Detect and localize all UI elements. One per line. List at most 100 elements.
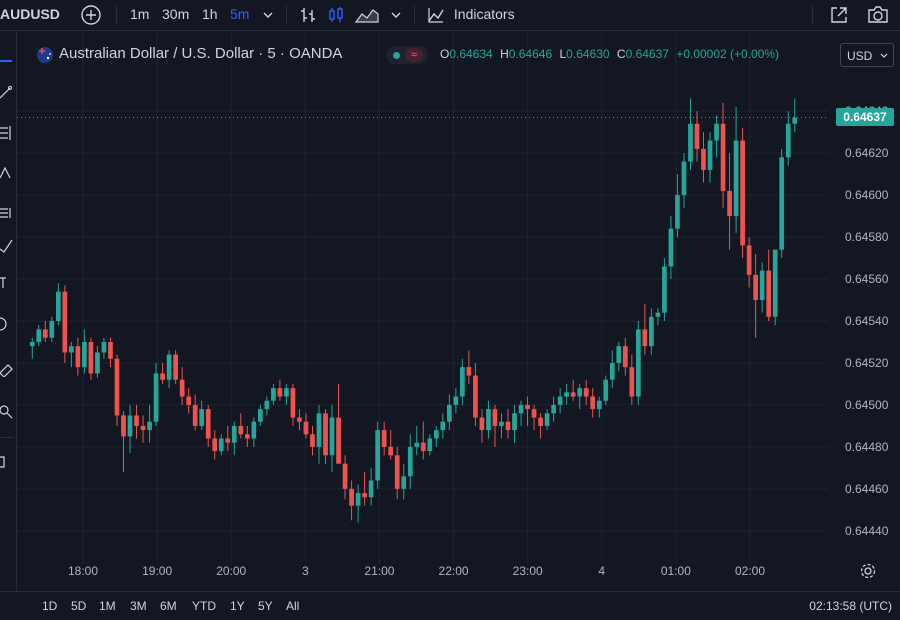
interval-1h-button[interactable]: 1h (202, 0, 218, 28)
candle (505, 409, 511, 439)
candle (388, 430, 394, 460)
candle (766, 249, 772, 321)
candle (492, 404, 498, 447)
chart-type-dropdown-button[interactable] (390, 0, 402, 28)
candle (205, 404, 211, 447)
candle (642, 304, 648, 355)
candle (668, 216, 674, 280)
candle (407, 434, 413, 489)
price-tick-label: 0.64500 (845, 397, 889, 412)
candle (622, 337, 628, 376)
projection-tool-icon[interactable] (0, 206, 14, 220)
candle (381, 421, 387, 456)
candle (349, 480, 354, 521)
range-1d-button[interactable]: 1D (42, 592, 57, 618)
text-tool-icon[interactable] (0, 276, 14, 290)
emoji-tool-icon[interactable] (0, 317, 14, 331)
candle (792, 98, 798, 133)
active-tool-indicator (0, 60, 12, 62)
range-1y-button[interactable]: 1Y (230, 592, 245, 618)
candle (414, 425, 420, 456)
delayed-data-icon: ≈ (405, 48, 423, 62)
zoom-tool-icon[interactable] (0, 405, 14, 419)
candle (179, 367, 185, 405)
market-status-indicator[interactable]: ≈ (386, 46, 428, 64)
toolbar-divider (0, 437, 14, 438)
price-tick-label: 0.64580 (845, 230, 889, 245)
candle (238, 413, 244, 439)
indicators-button[interactable]: Indicators (426, 0, 515, 28)
interval-1m-button[interactable]: 1m (130, 0, 149, 28)
magnet-tool-icon[interactable] (0, 455, 14, 469)
range-5y-button[interactable]: 5Y (258, 592, 273, 618)
price-tick-label: 0.64560 (845, 272, 889, 287)
candle (140, 415, 146, 443)
time-tick-label: 02:00 (734, 564, 766, 578)
candle (231, 421, 237, 456)
price-tick-label: 0.64440 (845, 523, 889, 538)
candle (720, 102, 726, 208)
candle (544, 409, 550, 431)
toolbar-divider (414, 6, 415, 24)
symbol-title[interactable]: Australian Dollar / U.S. Dollar · 5 · OA… (59, 45, 342, 62)
price-tick-label: 0.64540 (845, 314, 889, 328)
candle (499, 413, 504, 439)
candle (166, 350, 172, 389)
range-all-button[interactable]: All (286, 592, 299, 618)
range-5d-button[interactable]: 5D (71, 592, 86, 618)
candle (127, 404, 133, 454)
brush-tool-icon[interactable] (0, 239, 14, 253)
candle (460, 358, 465, 405)
trend-line-tool-icon[interactable] (0, 86, 14, 100)
interval-30m-button[interactable]: 30m (162, 0, 189, 28)
candle (147, 404, 152, 443)
candle (62, 285, 68, 363)
candle (707, 132, 713, 183)
close-value: 0.64637 (625, 47, 669, 61)
currency-dropdown[interactable]: USD (840, 43, 894, 67)
interval-5m-button[interactable]: 5m (230, 0, 249, 28)
area-style-button[interactable] (354, 0, 380, 28)
price-tick-label: 0.64480 (845, 439, 889, 454)
bar-style-button[interactable] (298, 0, 318, 28)
candles-style-button[interactable] (326, 0, 346, 28)
high-label: H (500, 47, 509, 61)
toolbar-divider (812, 6, 813, 24)
candle (531, 404, 537, 431)
candles-chart-icon (329, 7, 343, 23)
symbol-search-button[interactable]: AUDUSD (0, 0, 60, 28)
pattern-tool-icon[interactable] (0, 166, 14, 180)
high-value: 0.64646 (508, 47, 553, 61)
currency-label: USD (847, 49, 873, 63)
candle (173, 350, 178, 384)
candle (29, 337, 35, 359)
interval-dropdown-button[interactable] (262, 0, 274, 28)
candle (55, 283, 61, 326)
candle (446, 394, 452, 431)
candle (212, 430, 218, 460)
range-1m-button[interactable]: 1M (99, 592, 116, 618)
range-6m-button[interactable]: 6M (160, 592, 177, 618)
utc-clock[interactable]: 02:13:58 (UTC) (809, 592, 892, 618)
candle (753, 253, 758, 338)
range-3m-button[interactable]: 3M (130, 592, 147, 618)
candle (727, 153, 732, 250)
range-ytd-button[interactable]: YTD (192, 592, 216, 618)
chart-settings-icon[interactable] (860, 563, 876, 579)
candle (629, 354, 635, 405)
candlestick-chart[interactable] (17, 31, 828, 586)
bars-chart-icon (301, 8, 315, 23)
candle (316, 404, 322, 464)
snapshot-button[interactable] (866, 0, 890, 28)
fib-tool-icon[interactable] (0, 126, 14, 140)
fullscreen-button[interactable] (828, 0, 850, 28)
candle (785, 111, 791, 166)
candle (153, 362, 159, 426)
compare-symbol-button[interactable] (80, 0, 102, 28)
candle (466, 350, 472, 384)
candle (290, 383, 296, 426)
candle (42, 321, 48, 342)
ruler-tool-icon[interactable] (0, 363, 14, 377)
candle (746, 237, 752, 288)
candle (258, 404, 263, 426)
